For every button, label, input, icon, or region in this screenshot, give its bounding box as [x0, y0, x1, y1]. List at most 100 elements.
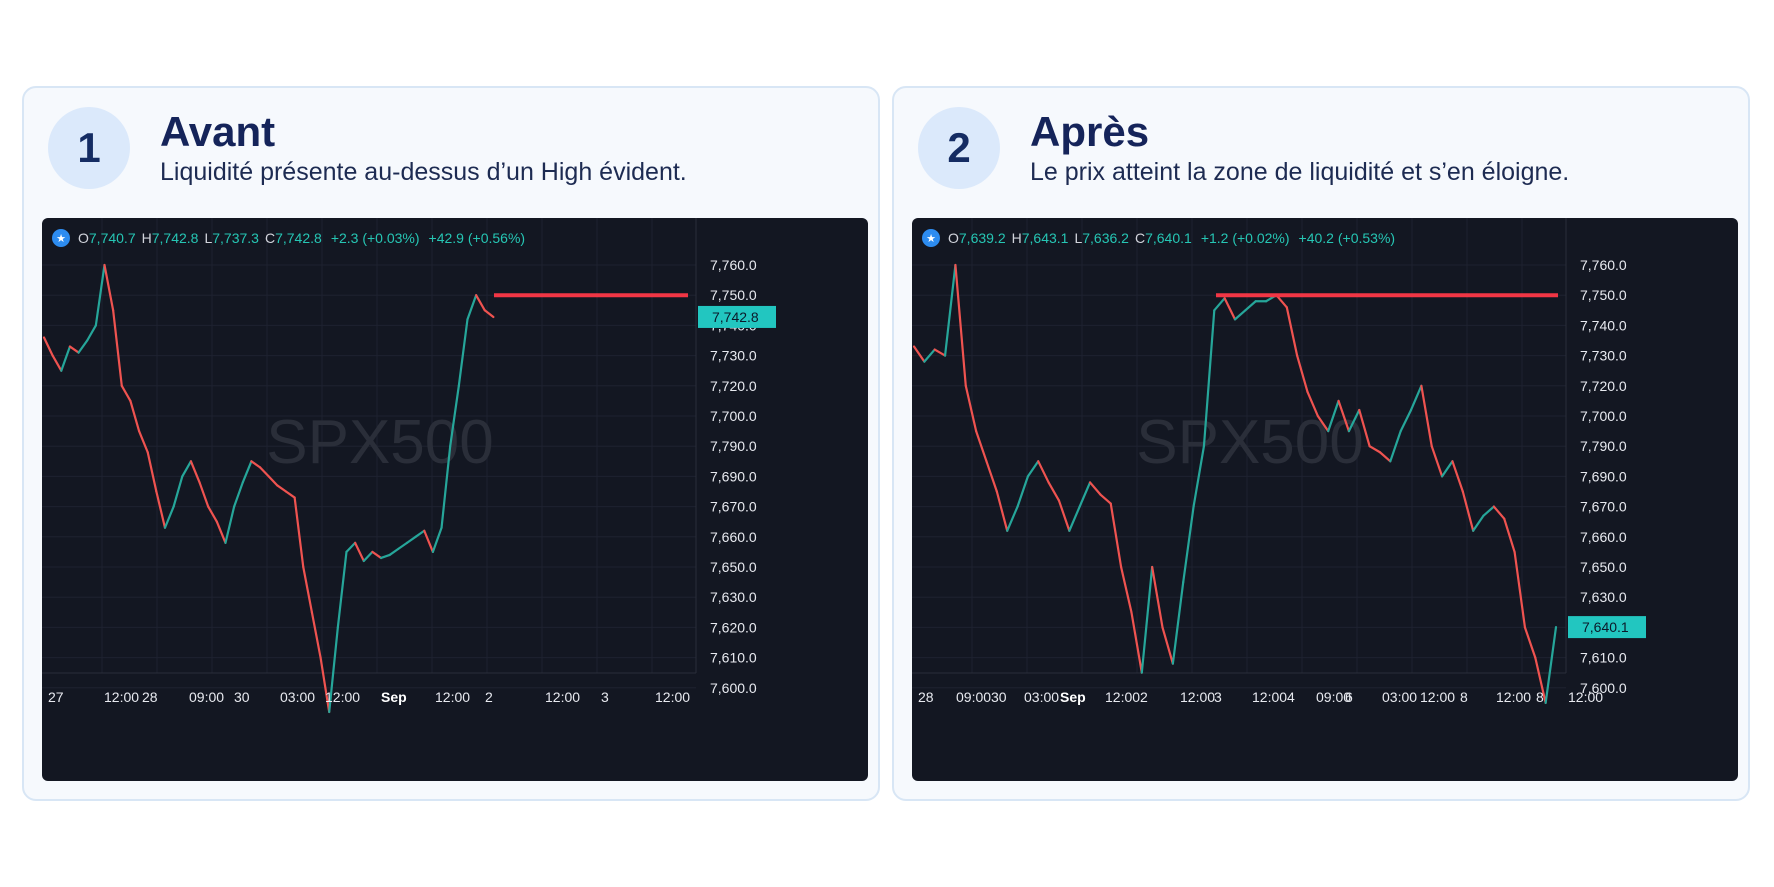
price-tick-label: 7,630.0 [710, 589, 757, 605]
price-segment [388, 547, 400, 557]
step-badge: 2 [918, 107, 1000, 189]
time-tick-label: 12:00 [1105, 689, 1140, 705]
change-value-2: +40.2 (+0.53%) [1298, 230, 1396, 246]
high-label: H [1011, 230, 1022, 246]
price-segment [1409, 384, 1423, 412]
price-series [42, 263, 495, 714]
price-segment [1233, 309, 1247, 321]
price-segment [198, 481, 210, 508]
price-tick-label: 7,610.0 [1580, 650, 1627, 666]
chart-canvas[interactable]: SPX5007,760.07,750.07,740.07,730.07,720.… [912, 218, 1738, 781]
open-value: 7,740.7 [88, 230, 136, 246]
time-tick-label: 12:00 [655, 689, 690, 705]
price-tick-label: 7,660.0 [710, 529, 757, 545]
price-segment [86, 324, 97, 342]
open-label: O [948, 230, 959, 246]
low-label: L [204, 230, 213, 246]
price-segment [77, 339, 89, 354]
close-value: 7,742.8 [275, 230, 322, 246]
time-tick-label: 12:00 [104, 689, 139, 705]
price-segment [1503, 517, 1516, 553]
step-badge: 1 [48, 107, 130, 189]
time-tick-label: 28 [142, 689, 158, 705]
price-segment [1430, 445, 1444, 478]
price-tick-label: 7,650.0 [1580, 559, 1627, 575]
star-icon[interactable]: ★ [922, 229, 940, 247]
price-segment [1006, 505, 1019, 532]
price-chart[interactable]: SPX5007,760.07,750.07,740.07,730.07,720.… [912, 218, 1738, 781]
price-tick-label: 7,670.0 [1580, 499, 1627, 515]
close-label: C [1134, 230, 1146, 246]
last-price-label: 7,640.1 [1582, 619, 1629, 635]
star-icon[interactable]: ★ [52, 229, 70, 247]
price-tick-label: 7,690.0 [1580, 468, 1627, 484]
price-segment [1140, 565, 1154, 674]
time-tick-label: 03:00 [1024, 689, 1059, 705]
close-label: C [264, 230, 276, 246]
change-value: +1.2 (+0.02%) [1200, 230, 1290, 246]
time-tick-label: 8 [1460, 689, 1468, 705]
time-tick-label: 8 [1536, 689, 1544, 705]
change-value-2: +42.9 (+0.56%) [428, 230, 526, 246]
panel-title: Après [1030, 108, 1150, 155]
price-segment [1119, 565, 1133, 614]
price-segment [250, 460, 262, 469]
price-segment [302, 565, 314, 614]
price-tick-label: 7,700.0 [1580, 408, 1627, 424]
time-tick-label: 03:00 [280, 689, 315, 705]
price-segment [379, 553, 391, 560]
price-segment [1513, 550, 1527, 629]
panel-after: 2 Après Le prix atteint la zone de liqui… [892, 86, 1750, 801]
price-segment [1285, 306, 1299, 357]
price-segment [60, 345, 72, 372]
time-tick-label: 30 [991, 689, 1007, 705]
price-segment [1544, 625, 1558, 704]
price-segment [933, 348, 947, 357]
price-segment [1523, 626, 1537, 659]
panel-subtitle: Liquidité présente au-dessus d’un High é… [160, 158, 687, 186]
time-tick-label: 6 [1345, 689, 1353, 705]
price-segment [1368, 445, 1382, 454]
low-value: 7,636.2 [1082, 230, 1129, 246]
time-tick-label: 2 [1140, 689, 1148, 705]
time-tick-label: 09:00 [189, 689, 224, 705]
close-value: 7,640.1 [1145, 230, 1192, 246]
price-tick-label: 7,670.0 [710, 499, 757, 515]
price-segment [146, 451, 158, 493]
panel-title: Avant [160, 108, 276, 155]
price-tick-label: 7,760.0 [1580, 257, 1627, 273]
price-segment [1057, 499, 1071, 532]
price-segment [68, 345, 80, 354]
time-tick-label: 2 [485, 689, 493, 705]
time-tick-label: 3 [601, 689, 609, 705]
price-segment [1109, 502, 1123, 569]
chart-canvas[interactable]: SPX5007,760.07,750.07,740.07,730.07,720.… [42, 218, 868, 781]
price-segment [181, 460, 193, 478]
high-value: 7,742.8 [151, 230, 199, 246]
price-segment [466, 294, 478, 321]
time-tick-label: 30 [234, 689, 250, 705]
high-value: 7,643.1 [1021, 230, 1069, 246]
price-segment [155, 490, 167, 529]
price-segment [293, 496, 305, 569]
open-value: 7,639.2 [958, 230, 1006, 246]
price-segment [1482, 505, 1495, 517]
price-chart[interactable]: SPX5007,760.07,750.07,740.07,730.07,720.… [42, 218, 868, 781]
price-tick-label: 7,790.0 [1580, 438, 1627, 454]
time-tick-label: 12:00 [545, 689, 580, 705]
price-tick-label: 7,790.0 [710, 438, 757, 454]
change-value: +2.3 (+0.03%) [330, 230, 420, 246]
price-tick-label: 7,740.0 [1580, 317, 1627, 333]
price-segment [1068, 505, 1081, 532]
price-tick-label: 7,750.0 [1580, 287, 1627, 303]
price-tick-label: 7,730.0 [710, 348, 757, 364]
price-segment [475, 294, 486, 312]
price-tick-label: 7,630.0 [1580, 589, 1627, 605]
price-segment [172, 475, 184, 508]
price-segment [1399, 408, 1413, 433]
price-tick-label: 7,620.0 [710, 619, 757, 635]
price-segment [1026, 460, 1040, 478]
price-segment [51, 354, 63, 372]
low-value: 7,737.3 [212, 230, 259, 246]
price-segment [1047, 481, 1061, 502]
